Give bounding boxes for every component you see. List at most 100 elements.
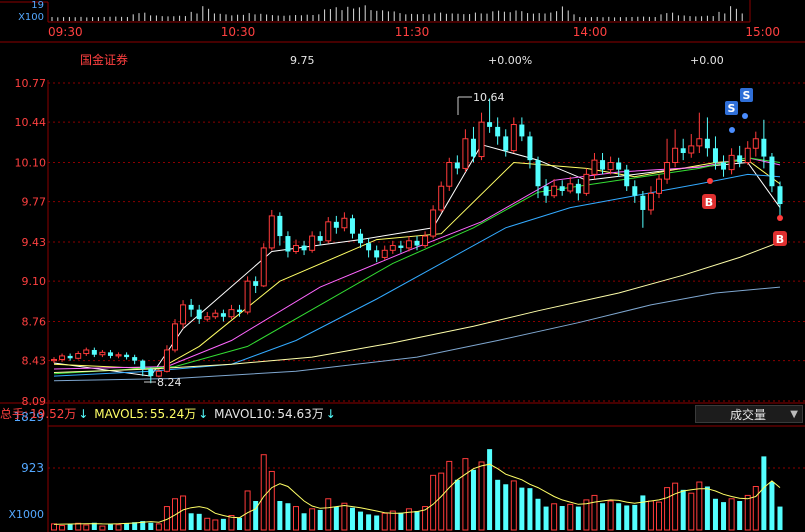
- volume-bar: [777, 506, 783, 530]
- candle-body: [204, 316, 211, 320]
- volume-bar: [212, 519, 219, 531]
- candle-body: [51, 358, 57, 362]
- ma-line-ma5: [53, 144, 781, 377]
- candle-body: [333, 221, 339, 228]
- volume-bar: [575, 506, 581, 530]
- volume-axis-mid: 923: [21, 461, 44, 475]
- volume-bar: [107, 524, 113, 530]
- candle-body: [140, 360, 146, 369]
- volume-bar: [115, 524, 122, 531]
- low-annotation: 8.24: [144, 376, 182, 389]
- candle-body: [712, 148, 718, 163]
- candle-body: [91, 349, 97, 355]
- candle-body: [389, 245, 396, 251]
- candle-body: [67, 355, 73, 359]
- price-axis: 10.7710.4410.109.779.439.108.768.438.09: [15, 77, 47, 408]
- candle-body: [519, 124, 525, 137]
- candle-body: [107, 352, 113, 356]
- candle-body: [293, 245, 299, 252]
- candle-body: [59, 355, 66, 360]
- volume-bar: [301, 513, 307, 530]
- top-strip-bars: [51, 5, 743, 21]
- volume-bar: [462, 458, 469, 531]
- volume-total-label: 总手:: [0, 407, 29, 421]
- candle-body: [374, 250, 380, 258]
- volume-bar: [647, 500, 654, 531]
- candle-body: [624, 169, 630, 187]
- candle-body: [769, 156, 775, 187]
- volume-bar: [737, 501, 743, 530]
- candle-body: [551, 185, 558, 197]
- price-tick: 8.76: [22, 316, 47, 329]
- volume-bar: [155, 523, 162, 531]
- sell-signal-2: S: [740, 88, 753, 119]
- volume-bar: [535, 498, 541, 530]
- volume-bar: [244, 490, 251, 531]
- volume-bar: [83, 524, 90, 531]
- sell-marker-text: S: [728, 102, 736, 115]
- volume-bar: [59, 525, 66, 531]
- volume-bar: [591, 494, 598, 531]
- ma-line-ma120: [53, 241, 781, 373]
- volume-bar: [389, 510, 396, 531]
- top-volume-strip: 19 X100: [0, 0, 751, 23]
- volume-axis-unit: X1000: [8, 508, 44, 521]
- candle-body: [510, 124, 517, 152]
- candle-body: [462, 138, 469, 169]
- candle-body: [543, 186, 549, 196]
- candle-body: [680, 148, 686, 154]
- info-value-price: 9.75: [290, 54, 315, 67]
- volume-bar: [672, 482, 679, 531]
- top-strip-unit: X100: [18, 12, 44, 23]
- volume-bars: [51, 449, 783, 531]
- volume-bar: [543, 506, 549, 530]
- candle-body: [503, 136, 509, 151]
- volume-bar: [616, 503, 622, 530]
- low-price-label: 8.24: [157, 376, 182, 389]
- volume-bar: [712, 498, 718, 530]
- volume-bar: [180, 495, 187, 531]
- volume-bar: [503, 484, 509, 530]
- candle-body: [632, 186, 638, 196]
- candle-body: [422, 235, 429, 247]
- indicator-dropdown[interactable]: 成交量 ▼: [695, 405, 803, 423]
- candle-body: [309, 235, 316, 251]
- volume-bar: [446, 460, 453, 531]
- moving-average-lines: [53, 144, 781, 382]
- volume-bar: [285, 503, 291, 530]
- candle-body: [188, 304, 194, 310]
- volume-bar: [752, 486, 759, 531]
- time-tick-1030: 10:30: [221, 25, 256, 39]
- price-tick: 9.77: [22, 196, 47, 209]
- candle-body: [405, 240, 412, 249]
- candle-body: [163, 349, 170, 372]
- volume-bar: [519, 487, 525, 530]
- candle-body: [349, 218, 355, 234]
- candle-body: [728, 154, 735, 171]
- volume-bar: [527, 488, 533, 530]
- candle-body: [132, 357, 138, 361]
- volume-bar: [680, 489, 686, 530]
- candle-body: [777, 186, 783, 205]
- candle-body: [535, 160, 541, 187]
- candle-body: [647, 192, 654, 211]
- volume-bar: [260, 454, 267, 531]
- volume-total-value: 19.52万: [30, 407, 77, 421]
- indicator-dropdown-value: 成交量: [730, 408, 767, 422]
- candle-body: [527, 136, 533, 161]
- high-price-label: 10.64: [473, 91, 505, 104]
- candle-body: [575, 183, 581, 194]
- volume-bar: [381, 512, 388, 531]
- info-value-pct: +0.00%: [488, 54, 532, 67]
- volume-bar: [607, 500, 614, 531]
- candlesticks: [51, 98, 783, 384]
- candle-body: [381, 249, 388, 258]
- volume-bar: [325, 498, 332, 531]
- candle-body: [148, 368, 154, 377]
- candle-body: [478, 121, 485, 158]
- volume-bar: [374, 515, 380, 530]
- mavol5-value: 55.24万: [149, 407, 197, 421]
- volume-bar: [309, 508, 316, 531]
- candle-body: [228, 309, 235, 318]
- stock-chart: 19 X100 09:30 10:30 11:30 14:00 15:00 国金…: [0, 0, 805, 532]
